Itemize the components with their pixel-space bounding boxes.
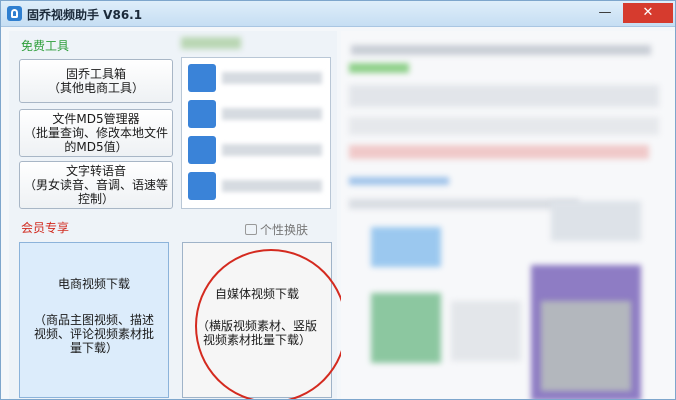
title-bar: 固乔视频助手 V86.1 — ✕ [1, 1, 675, 27]
ecommerce-line: （商品主图视频、描述 [33, 313, 154, 327]
list-item[interactable] [188, 64, 324, 92]
blurred-content-area [341, 31, 675, 399]
toolbox-button-line: 固乔工具箱 [65, 67, 126, 81]
skin-label: 个性换肤 [260, 223, 309, 237]
ecommerce-line: 电商视频下载 [57, 277, 130, 291]
text-to-speech-button[interactable]: 文字转语音 （男女读音、音调、语速等 控制） [19, 161, 173, 209]
tts-button-line: 文字转语音 [65, 164, 126, 178]
list-item[interactable] [188, 172, 324, 200]
blurred-row [451, 301, 521, 361]
list-item[interactable] [188, 136, 324, 164]
app-icon [188, 136, 216, 164]
blurred-row [371, 293, 441, 363]
tts-button-line: 控制） [77, 192, 114, 206]
app-window: 固乔视频助手 V86.1 — ✕ 免费工具 固乔工具箱 （其他电商工具） 文件M… [0, 0, 676, 400]
app-logo-icon [7, 6, 22, 21]
blurred-row [551, 201, 641, 241]
blurred-label [222, 144, 322, 156]
blurred-row [541, 301, 631, 391]
blurred-row [349, 199, 579, 209]
md5-button-line: 文件MD5管理器 [52, 112, 140, 126]
ecommerce-line: 量下载） [69, 341, 118, 355]
blurred-section-title [181, 37, 241, 49]
free-tools-title: 免费工具 [21, 39, 70, 53]
shirt-icon [245, 224, 257, 235]
blurred-label [222, 108, 322, 120]
blurred-row [349, 177, 449, 185]
ecommerce-line: 视频、评论视频素材批 [33, 327, 154, 341]
blurred-label [222, 72, 322, 84]
blurred-row [349, 85, 659, 107]
tools-panel: 免费工具 固乔工具箱 （其他电商工具） 文件MD5管理器 （批量查询、修改本地文… [9, 31, 347, 399]
vip-title: 会员专享 [21, 221, 70, 235]
app-icon [188, 100, 216, 128]
blurred-row [371, 227, 441, 267]
blurred-row [349, 117, 659, 135]
scissors-icon [188, 172, 216, 200]
list-item[interactable] [188, 100, 324, 128]
blurred-label [222, 180, 322, 192]
skin-switch[interactable]: 个性换肤 [245, 221, 308, 238]
highlight-circle [195, 249, 347, 399]
md5-button-line: 的MD5值） [64, 140, 128, 154]
window-title: 固乔视频助手 V86.1 [27, 8, 143, 22]
blurred-row [349, 63, 409, 73]
toolbox-button[interactable]: 固乔工具箱 （其他电商工具） [19, 59, 173, 103]
toolbox-button-line: （其他电商工具） [47, 81, 144, 95]
md5-manager-button[interactable]: 文件MD5管理器 （批量查询、修改本地文件 的MD5值） [19, 109, 173, 157]
md5-button-line: （批量查询、修改本地文件 [23, 126, 168, 140]
tts-button-line: （男女读音、音调、语速等 [23, 178, 168, 192]
blurred-row [349, 145, 649, 159]
blurred-row [351, 45, 651, 55]
close-button[interactable]: ✕ [623, 3, 673, 23]
ecommerce-video-download-button[interactable]: 电商视频下载 （商品主图视频、描述 视频、评论视频素材批 量下载） [19, 242, 169, 398]
app-icon [188, 64, 216, 92]
blurred-tool-list [181, 57, 331, 209]
ecommerce-line [20, 291, 168, 305]
minimize-button[interactable]: — [591, 3, 619, 23]
